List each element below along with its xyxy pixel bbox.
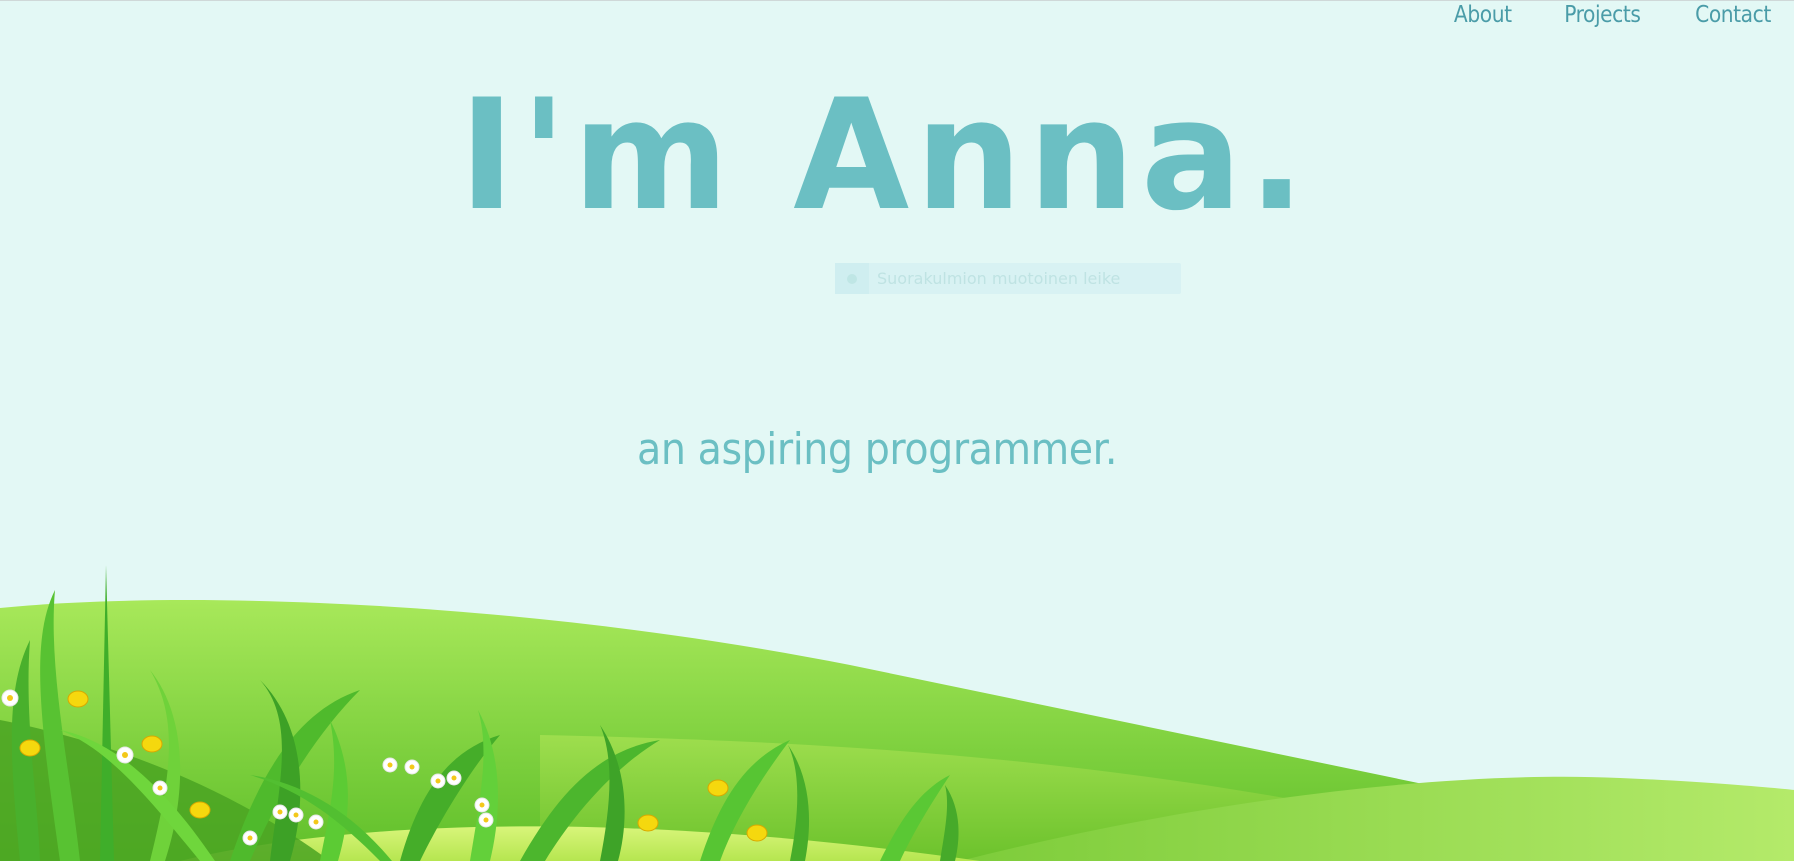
top-border (0, 0, 1794, 1)
snip-tooltip: Suorakulmion muotoinen leike (835, 263, 1181, 294)
nav-link-about[interactable]: About (1454, 2, 1512, 28)
hero-subtitle: an aspiring programmer. (637, 424, 1117, 475)
snip-record-icon (835, 263, 869, 294)
snip-tooltip-label: Suorakulmion muotoinen leike (877, 269, 1121, 288)
hero-title: I'm Anna. (458, 67, 1312, 245)
top-nav: About Projects Contact (1450, 2, 1776, 28)
meadow-illustration (0, 565, 1794, 861)
nav-link-projects[interactable]: Projects (1565, 2, 1642, 28)
nav-link-contact[interactable]: Contact (1695, 2, 1771, 28)
